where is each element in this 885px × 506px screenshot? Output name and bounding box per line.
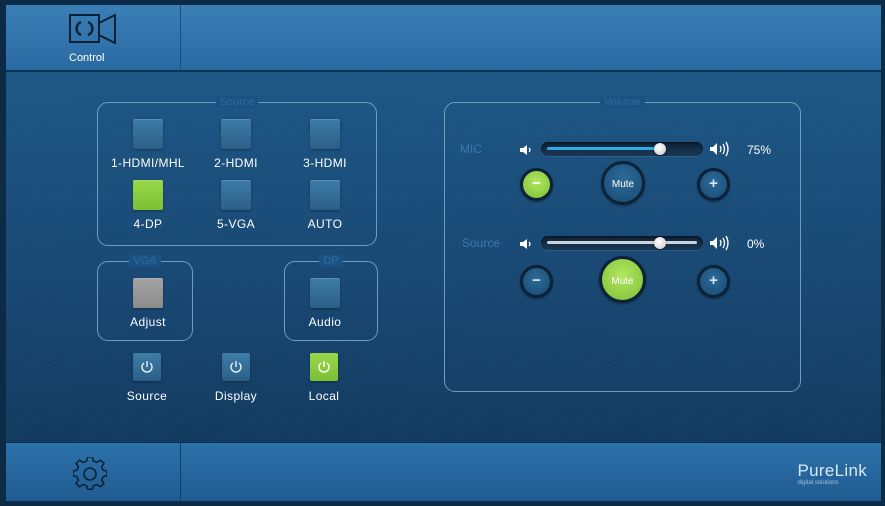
source-volume-knob[interactable] [654, 237, 666, 249]
vga-group-title: VGA [129, 255, 161, 267]
mic-mute-button[interactable]: Mute [601, 161, 645, 205]
source-4-dp-label: 4-DP [133, 217, 163, 231]
mic-volume-up-button[interactable]: + [697, 168, 730, 201]
vga-adjust-button[interactable] [133, 278, 163, 308]
dp-audio-label: Audio [308, 315, 342, 329]
vga-adjust-label: Adjust [130, 315, 166, 329]
settings-tab[interactable] [6, 443, 181, 501]
volume-high-icon [710, 141, 729, 157]
source-3-hdmi-button[interactable] [310, 119, 340, 149]
source-1-hdmi-mhl-button[interactable] [133, 119, 163, 149]
mic-volume-down-button[interactable]: − [520, 168, 553, 201]
source-mute-button[interactable]: Mute [599, 256, 646, 303]
power-icon [141, 361, 153, 373]
source-3-hdmi-label: 3-HDMI [303, 156, 347, 170]
source-mute-label: Mute [611, 276, 634, 287]
source-volume-down-button[interactable]: − [520, 265, 553, 298]
control-tab[interactable]: Control [6, 5, 181, 70]
minus-icon: − [532, 272, 541, 289]
source-group-title: Source [215, 96, 259, 108]
display-power-button[interactable] [222, 353, 250, 381]
plus-icon: + [709, 272, 718, 289]
volume-low-icon [520, 239, 531, 249]
source-4-dp-button[interactable] [133, 180, 163, 210]
gear-icon [73, 457, 107, 490]
dp-group-title: DP [319, 255, 343, 267]
source-1-hdmi-mhl-label: 1-HDMI/MHL [110, 156, 185, 170]
source-volume-up-button[interactable]: + [697, 265, 730, 298]
minus-icon: − [532, 175, 541, 192]
camera-control-icon [69, 13, 116, 45]
source-auto-button[interactable] [310, 180, 340, 210]
source-volume-slider[interactable] [541, 236, 703, 250]
source-auto-label: AUTO [307, 217, 343, 231]
app-window: Control Source 1-HDMI/MHL 2-HDMI 3-HDMI … [6, 5, 881, 501]
source-power-button[interactable] [133, 353, 161, 381]
dp-audio-button[interactable] [310, 278, 340, 308]
mic-mute-label: Mute [611, 179, 635, 190]
source-2-hdmi-label: 2-HDMI [214, 156, 258, 170]
source-5-vga-button[interactable] [221, 180, 251, 210]
volume-group-title: Volume [600, 96, 645, 108]
volume-high-icon [710, 235, 729, 251]
mic-volume-slider[interactable] [541, 142, 703, 156]
source-volume-label: Source [462, 236, 501, 250]
plus-icon: + [709, 175, 718, 192]
brand-logo: PureLink digital solutions [798, 461, 868, 486]
source-2-hdmi-button[interactable] [221, 119, 251, 149]
mic-volume-percent: 75% [747, 143, 772, 157]
mic-label: MIC [460, 142, 482, 156]
local-power-label: Local [308, 389, 340, 403]
brand-name: PureLink [797, 461, 867, 480]
source-5-vga-label: 5-VGA [216, 217, 255, 231]
source-volume-percent: 0% [747, 237, 765, 251]
display-power-label: Display [214, 389, 258, 403]
top-bar: Control [6, 5, 881, 72]
power-icon [230, 361, 242, 373]
mic-volume-knob[interactable] [654, 143, 666, 155]
main-panel: Source 1-HDMI/MHL 2-HDMI 3-HDMI 4-DP 5-V… [6, 72, 881, 442]
source-power-label: Source [126, 389, 168, 403]
volume-low-icon [520, 145, 531, 155]
local-power-button[interactable] [310, 353, 338, 381]
control-label: Control [69, 52, 105, 64]
power-icon [318, 361, 330, 373]
bottom-bar: PureLink digital solutions [6, 442, 881, 501]
